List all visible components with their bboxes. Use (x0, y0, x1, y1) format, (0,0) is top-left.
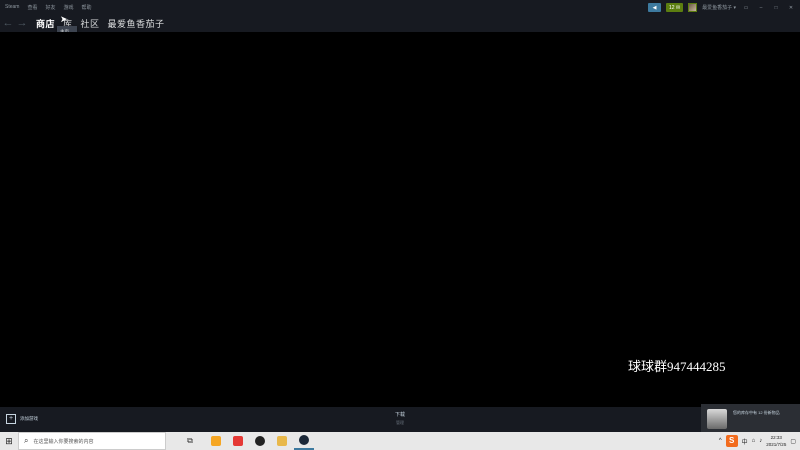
downloads-button[interactable]: 下载 管理 (390, 411, 410, 426)
action-center-icon[interactable]: ▢ (790, 438, 796, 445)
windows-taskbar: ⊞ ⌕ 在这里输入你要搜索的内容 ⧉ ^ S 中 ⌂ ♪ 22:33 2021/… (0, 432, 800, 450)
notification-toast[interactable]: 您的库存中有 12 份新物品 (701, 404, 800, 432)
maximize-icon[interactable]: □ (771, 5, 781, 11)
clock-date: 2021/7/25 (766, 442, 787, 447)
nav-profile[interactable]: 最爱鱼香茄子 (108, 17, 165, 30)
windows-start-icon[interactable]: ⊞ (0, 436, 18, 447)
steam-menubar: Steam 查看 好友 游戏 帮助 ◀ 12 ✉ 最爱鱼香茄子 ▾ ▭ – □ … (0, 0, 800, 14)
ime-lang[interactable]: 中 (742, 437, 748, 446)
app-red-icon[interactable] (228, 432, 248, 450)
avatar[interactable] (688, 3, 698, 12)
sogou-ime-icon[interactable]: S (725, 435, 738, 447)
downloads-subtitle: 管理 (396, 420, 404, 425)
mouse-cursor-icon: ➤ (60, 14, 68, 24)
menu-steam[interactable]: Steam (5, 4, 19, 10)
clock[interactable]: 22:33 2021/7/25 (766, 434, 786, 448)
big-picture-icon[interactable]: ▭ (741, 5, 751, 11)
back-arrow-icon[interactable]: ← (2, 17, 14, 29)
username-dropdown[interactable]: 最爱鱼香茄子 ▾ (702, 4, 736, 11)
search-placeholder: 在这里输入你要搜索的内容 (33, 438, 94, 445)
main-content (0, 32, 800, 407)
notifications-button[interactable]: 12 ✉ (666, 3, 684, 12)
app-dark-icon[interactable] (250, 432, 270, 450)
close-icon[interactable]: ✕ (786, 5, 796, 11)
forward-arrow-icon[interactable]: → (16, 17, 28, 29)
steam-icon[interactable] (294, 432, 314, 450)
search-icon: ⌕ (24, 436, 29, 445)
add-game-label: 添加游戏 (20, 416, 38, 421)
nav-community[interactable]: 社区 (81, 17, 100, 30)
steam-navbar: ← → 商店 库 社区 最爱鱼香茄子 (0, 14, 800, 32)
menu-games[interactable]: 游戏 (63, 4, 73, 11)
clock-time: 22:33 (770, 435, 782, 440)
system-tray: ^ S 中 ⌂ ♪ 22:33 2021/7/25 ▢ (719, 432, 800, 450)
broadcast-button[interactable]: ◀ (648, 3, 662, 12)
taskbar-search-box[interactable]: ⌕ 在这里输入你要搜索的内容 (18, 432, 166, 450)
chevron-up-icon[interactable]: ^ (719, 438, 722, 444)
volume-icon[interactable]: ♪ (759, 438, 762, 444)
topright-controls: ◀ 12 ✉ 最爱鱼香茄子 ▾ ▭ – □ ✕ (648, 3, 796, 12)
watermark-text: 球球群947444285 (628, 359, 726, 374)
toast-text: 您的库存中有 12 份新物品 (733, 410, 780, 415)
app-orange-icon[interactable] (206, 432, 226, 450)
menu-view[interactable]: 查看 (27, 4, 37, 11)
steam-bottombar: + 添加游戏 下载 管理 (0, 407, 800, 432)
add-game-button[interactable]: + 添加游戏 (6, 414, 38, 424)
folder-icon[interactable] (272, 432, 292, 450)
downloads-title: 下载 (394, 412, 405, 418)
task-view-icon[interactable]: ⧉ (180, 432, 200, 450)
menu-help[interactable]: 帮助 (82, 4, 92, 11)
steam-window: Steam 查看 好友 游戏 帮助 ◀ 12 ✉ 最爱鱼香茄子 ▾ ▭ – □ … (0, 0, 800, 432)
toast-avatar (707, 409, 727, 429)
minimize-icon[interactable]: – (756, 5, 766, 11)
nav-store[interactable]: 商店 (36, 17, 55, 30)
menu-friends[interactable]: 好友 (45, 4, 55, 11)
network-icon[interactable]: ⌂ (752, 438, 756, 444)
plus-icon: + (6, 414, 16, 424)
